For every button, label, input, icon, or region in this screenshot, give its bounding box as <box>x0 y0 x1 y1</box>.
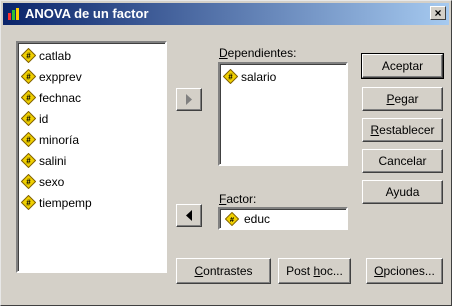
opciones-button[interactable]: Opciones... <box>366 258 443 284</box>
ayuda-label: Ayuda <box>385 185 420 199</box>
title-bar[interactable]: ANOVA de un factor × <box>3 3 449 25</box>
list-item[interactable]: # fechnac <box>18 88 165 109</box>
variable-label: sexo <box>39 175 65 189</box>
svg-text:#: # <box>26 157 31 166</box>
svg-text:#: # <box>26 52 31 61</box>
close-button[interactable]: × <box>430 6 446 20</box>
ayuda-button[interactable]: Ayuda <box>362 180 443 204</box>
list-item[interactable]: # salario <box>220 67 346 88</box>
contrastes-mnemonic: C <box>194 264 204 278</box>
svg-text:#: # <box>26 94 31 103</box>
restablecer-button[interactable]: Restablecer <box>362 118 443 142</box>
scale-variable-icon: # <box>21 111 36 126</box>
list-item[interactable]: # salini <box>18 151 165 172</box>
variable-label: minoría <box>39 133 80 147</box>
aceptar-button[interactable]: Aceptar <box>361 53 444 79</box>
pegar-label: egar <box>394 92 419 106</box>
variable-label: salario <box>241 70 277 84</box>
variable-label: tiempemp <box>39 196 92 210</box>
dependientes-label: Dependientes: <box>219 46 297 60</box>
move-from-factor-button[interactable] <box>176 204 202 227</box>
post-hoc-prefix: Post <box>286 264 314 278</box>
contrastes-button[interactable]: Contrastes <box>176 258 271 284</box>
svg-text:#: # <box>26 178 31 187</box>
factor-value: educ <box>244 212 271 226</box>
cancelar-button[interactable]: Cancelar <box>362 149 443 173</box>
cancelar-label: Cancelar <box>378 154 427 168</box>
list-item[interactable]: # id <box>18 109 165 130</box>
contrastes-label: ontrastes <box>203 264 253 278</box>
scale-variable-icon: # <box>21 69 36 84</box>
list-item[interactable]: # sexo <box>18 172 165 193</box>
opciones-label: pciones... <box>383 264 435 278</box>
svg-text:#: # <box>228 73 233 82</box>
restablecer-mnemonic: R <box>370 123 380 137</box>
post-hoc-label: oc... <box>320 264 343 278</box>
factor-label: Factor: <box>219 192 257 206</box>
list-item[interactable]: # catlab <box>18 46 165 67</box>
scale-variable-icon: # <box>21 48 36 63</box>
arrow-right-icon <box>186 94 192 105</box>
variable-label: fechnac <box>39 91 82 105</box>
close-icon: × <box>434 6 442 20</box>
variable-label: expprev <box>39 70 82 84</box>
svg-text:#: # <box>26 73 31 82</box>
variable-label: catlab <box>39 49 72 63</box>
variable-label: salini <box>39 154 67 168</box>
window-title: ANOVA de un factor <box>25 6 149 21</box>
dependientes-list[interactable]: # salario <box>218 62 348 166</box>
variable-label: id <box>39 112 49 126</box>
svg-text:#: # <box>26 115 31 124</box>
svg-text:#: # <box>26 136 31 145</box>
factor-field[interactable]: # educ <box>218 207 348 230</box>
svg-text:#: # <box>26 199 31 208</box>
arrow-left-icon <box>186 210 192 221</box>
scale-variable-icon: # <box>21 174 36 189</box>
scale-variable-icon: # <box>21 90 36 105</box>
restablecer-label: establecer <box>379 123 435 137</box>
app-icon <box>8 8 19 20</box>
pegar-button[interactable]: Pegar <box>362 87 443 111</box>
list-item[interactable]: # minoría <box>18 130 165 151</box>
source-variable-list[interactable]: # catlab # expprev # fechnac # id # minoría # salin… <box>16 41 167 273</box>
scale-variable-icon: # <box>21 132 36 147</box>
list-item[interactable]: # tiempemp <box>18 193 165 214</box>
aceptar-label: Aceptar <box>381 59 424 73</box>
post-hoc-button[interactable]: Post hoc... <box>278 258 351 284</box>
list-item[interactable]: # expprev <box>18 67 165 88</box>
scale-variable-icon: # <box>223 69 238 84</box>
anova-dialog: ANOVA de un factor × # catlab # expprev # fec… <box>0 0 452 306</box>
scale-variable-icon: # <box>225 212 239 226</box>
scale-variable-icon: # <box>21 195 36 210</box>
move-to-dependientes-button[interactable] <box>176 88 202 111</box>
scale-variable-icon: # <box>21 153 36 168</box>
